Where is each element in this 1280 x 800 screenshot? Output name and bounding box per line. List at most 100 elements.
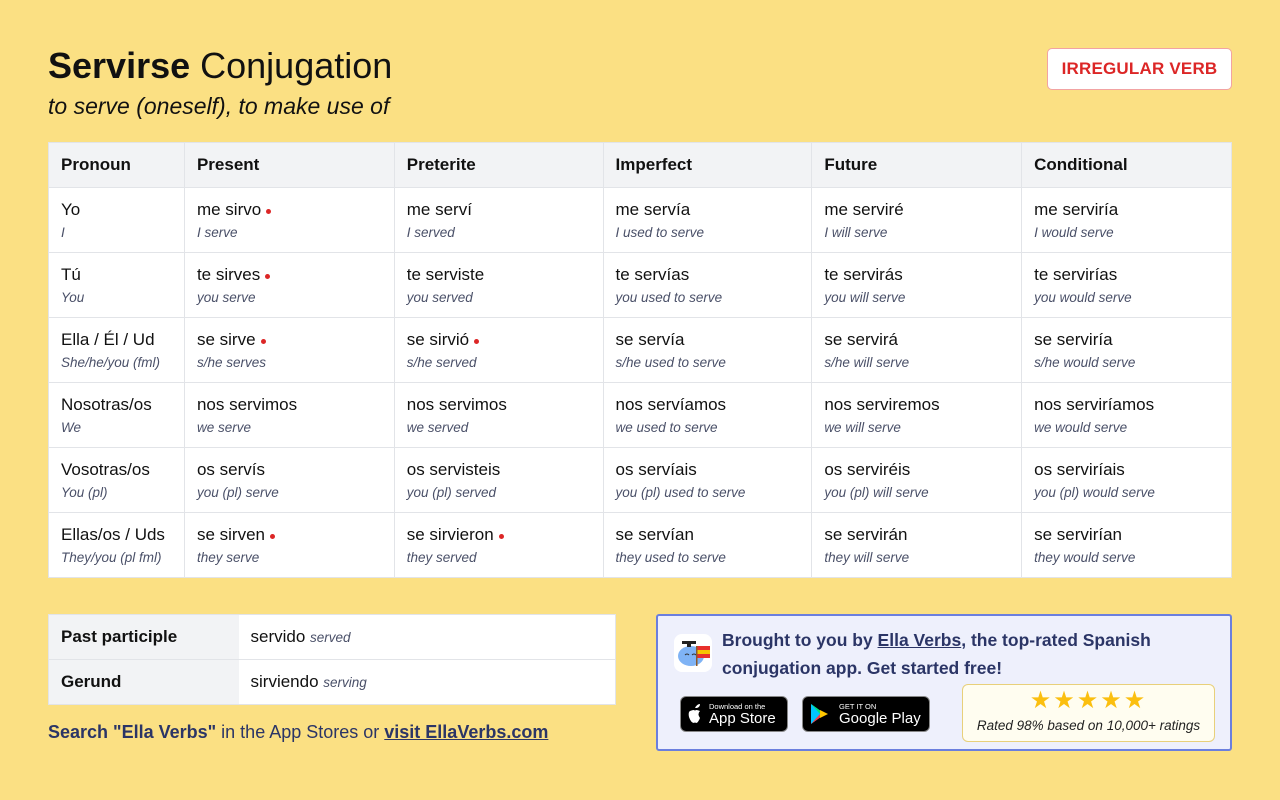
gerund-row: Gerund sirviendo serving xyxy=(48,659,616,705)
form-text: se servirían xyxy=(1034,525,1122,544)
visit-website-link[interactable]: visit EllaVerbs.com xyxy=(384,722,548,742)
conjugation-cell: se servía s/he used to serve xyxy=(602,317,813,383)
conjugation-cell: te servirías you would serve xyxy=(1021,252,1232,318)
form-text: os servíais xyxy=(615,460,697,479)
irregular-marker-icon xyxy=(260,339,266,344)
form-text: nos servimos xyxy=(196,395,298,414)
form-text: os servisteis xyxy=(406,460,501,479)
form-translation: they would serve xyxy=(1034,550,1136,565)
form-text: se servían xyxy=(615,525,694,544)
form-text: me serviré xyxy=(824,200,904,219)
conjugation-cell: me servía I used to serve xyxy=(602,187,813,253)
pronoun-cell: Yo I xyxy=(48,187,185,253)
form-translation: they will serve xyxy=(824,550,910,565)
form-text: nos serviríamos xyxy=(1034,395,1155,414)
conjugation-cell: te serviste you served xyxy=(393,252,604,318)
form-translation: we serve xyxy=(196,420,251,435)
irregular-marker-icon xyxy=(266,209,272,214)
form-translation: you (pl) would serve xyxy=(1034,485,1155,500)
conjugation-cell: os servíais you (pl) used to serve xyxy=(602,447,813,513)
rating-box: ★★★★★ Rated 98% based on 10,000+ ratings xyxy=(962,684,1215,742)
pronoun-cell: Tú You xyxy=(48,252,185,318)
conjugated-form: me serví xyxy=(407,200,591,220)
irregular-verb-badge: IRREGULAR VERB xyxy=(1047,48,1232,90)
conjugation-cell: se sirven they serve xyxy=(183,512,395,578)
conjugated-form: os serviréis xyxy=(824,460,1009,480)
form-text: me servía xyxy=(615,200,691,219)
form-text: nos servíamos xyxy=(615,395,727,414)
conjugation-table: Pronoun Present Preterite Imperfect Futu… xyxy=(48,142,1232,578)
pronoun: Ella / Él / Ud xyxy=(61,330,155,349)
conjugation-cell: nos serviríamos we would serve xyxy=(1021,382,1232,448)
promo-text-before: Brought to you by xyxy=(722,630,878,650)
pronoun: Yo xyxy=(61,200,81,219)
ella-verbs-link[interactable]: Ella Verbs xyxy=(878,630,962,650)
verb-translation: to serve (oneself), to make use of xyxy=(48,93,390,119)
pronoun: Tú xyxy=(61,265,81,284)
gerund-label: Gerund xyxy=(48,659,239,705)
conjugated-form: me servía xyxy=(616,200,800,220)
conjugation-cell: os servisteis you (pl) served xyxy=(393,447,604,513)
conjugated-form: se sirve xyxy=(197,330,382,350)
conjugation-cell: se servirán they will serve xyxy=(811,512,1023,578)
table-header-row: Pronoun Present Preterite Imperfect Futu… xyxy=(48,142,1232,188)
conjugated-form: me serviría xyxy=(1034,200,1219,220)
form-translation: I will serve xyxy=(824,225,888,240)
google-play-button[interactable]: GET IT ON Google Play xyxy=(802,696,930,732)
form-text: os serviríais xyxy=(1034,460,1125,479)
form-text: te servías xyxy=(615,265,690,284)
conjugation-cell: me serviré I will serve xyxy=(811,187,1023,253)
participle-table: Past participle servido served Gerund si… xyxy=(48,614,616,705)
app-store-big-text: App Store xyxy=(709,709,776,727)
header-preterite: Preterite xyxy=(393,142,604,188)
google-play-big-text: Google Play xyxy=(839,709,921,727)
form-text: nos servimos xyxy=(406,395,507,414)
irregular-marker-icon xyxy=(265,274,271,279)
app-store-button[interactable]: Download on the App Store xyxy=(680,696,788,732)
form-translation: you (pl) used to serve xyxy=(615,485,746,500)
title-suffix: Conjugation xyxy=(200,45,393,86)
conjugated-form: se serviría xyxy=(1034,330,1219,350)
pronoun-cell: Vosotras/os You (pl) xyxy=(48,447,185,513)
pronoun: Ellas/os / Uds xyxy=(61,525,165,544)
app-store-search-hint: Search "Ella Verbs" in the App Stores or… xyxy=(48,722,548,743)
form-text: se servirán xyxy=(824,525,908,544)
conjugation-cell: os serviréis you (pl) will serve xyxy=(811,447,1023,513)
form-translation: they used to serve xyxy=(615,550,726,565)
form-translation: s/he used to serve xyxy=(615,355,726,370)
rating-text: Rated 98% based on 10,000+ ratings xyxy=(976,718,1201,733)
conjugation-cell: me sirvo I serve xyxy=(183,187,395,253)
conjugated-form: os servís xyxy=(197,460,382,480)
form-text: me sirvo xyxy=(196,200,262,219)
verb-name: Servirse xyxy=(48,45,191,86)
conjugated-form: nos servimos xyxy=(407,395,591,415)
pronoun: Nosotras/os xyxy=(61,395,152,414)
form-translation: they served xyxy=(406,550,477,565)
conjugation-cell: se sirvió s/he served xyxy=(393,317,604,383)
form-translation: s/he serves xyxy=(196,355,266,370)
conjugation-cell: nos serviremos we will serve xyxy=(811,382,1023,448)
form-translation: I would serve xyxy=(1034,225,1114,240)
conjugated-form: os servíais xyxy=(616,460,800,480)
form-translation: you serve xyxy=(196,290,256,305)
table-row: Yo Ime sirvo I serve me serví I served me ser… xyxy=(48,187,1232,253)
header-future: Future xyxy=(811,142,1023,188)
form-translation: we would serve xyxy=(1034,420,1128,435)
conjugated-form: nos serviríamos xyxy=(1034,395,1219,415)
form-translation: I serve xyxy=(196,225,238,240)
conjugated-form: os serviríais xyxy=(1034,460,1219,480)
conjugated-form: te servías xyxy=(616,265,800,285)
past-participle-translation: served xyxy=(310,630,351,645)
past-participle-form: servido xyxy=(250,627,306,646)
page-title: Servirse Conjugation xyxy=(48,44,392,88)
header-imperfect: Imperfect xyxy=(602,142,813,188)
conjugation-cell: te sirves you serve xyxy=(183,252,395,318)
form-text: nos serviremos xyxy=(824,395,940,414)
search-middle: in the App Stores or xyxy=(216,722,385,742)
pronoun-translation: We xyxy=(61,420,82,435)
ella-verbs-logo-icon xyxy=(674,634,712,672)
conjugation-cell: me serví I served xyxy=(393,187,604,253)
conjugated-form: se servían xyxy=(616,525,800,545)
pronoun-cell: Nosotras/os We xyxy=(48,382,185,448)
form-translation: you (pl) served xyxy=(406,485,497,500)
